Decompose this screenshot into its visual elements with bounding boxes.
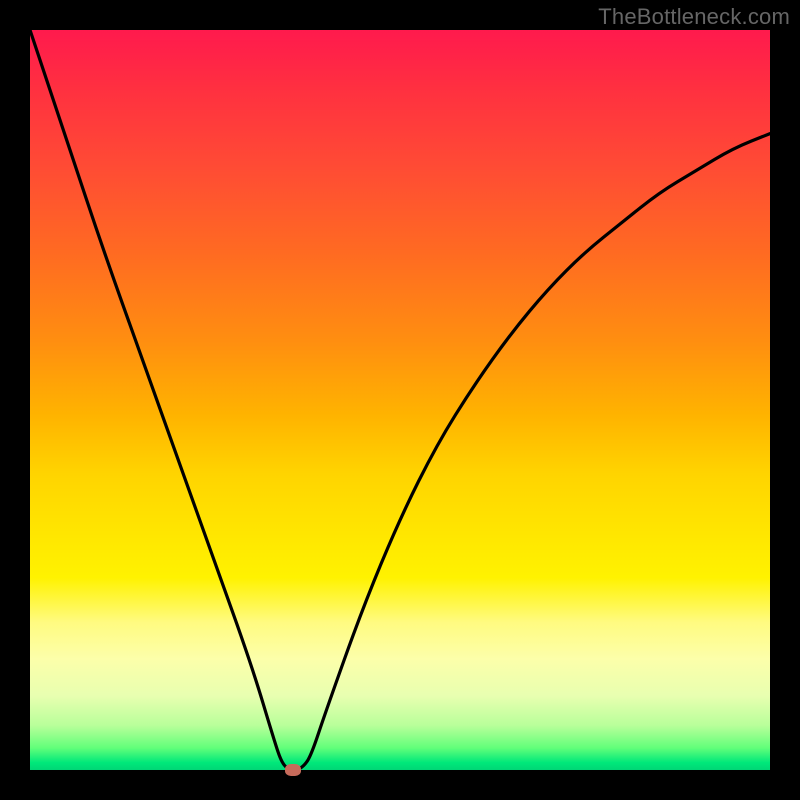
chart-frame: TheBottleneck.com	[0, 0, 800, 800]
bottleneck-curve	[30, 30, 770, 770]
watermark-text: TheBottleneck.com	[598, 4, 790, 30]
curve-svg	[30, 30, 770, 770]
optimum-marker	[285, 764, 301, 776]
plot-area	[30, 30, 770, 770]
